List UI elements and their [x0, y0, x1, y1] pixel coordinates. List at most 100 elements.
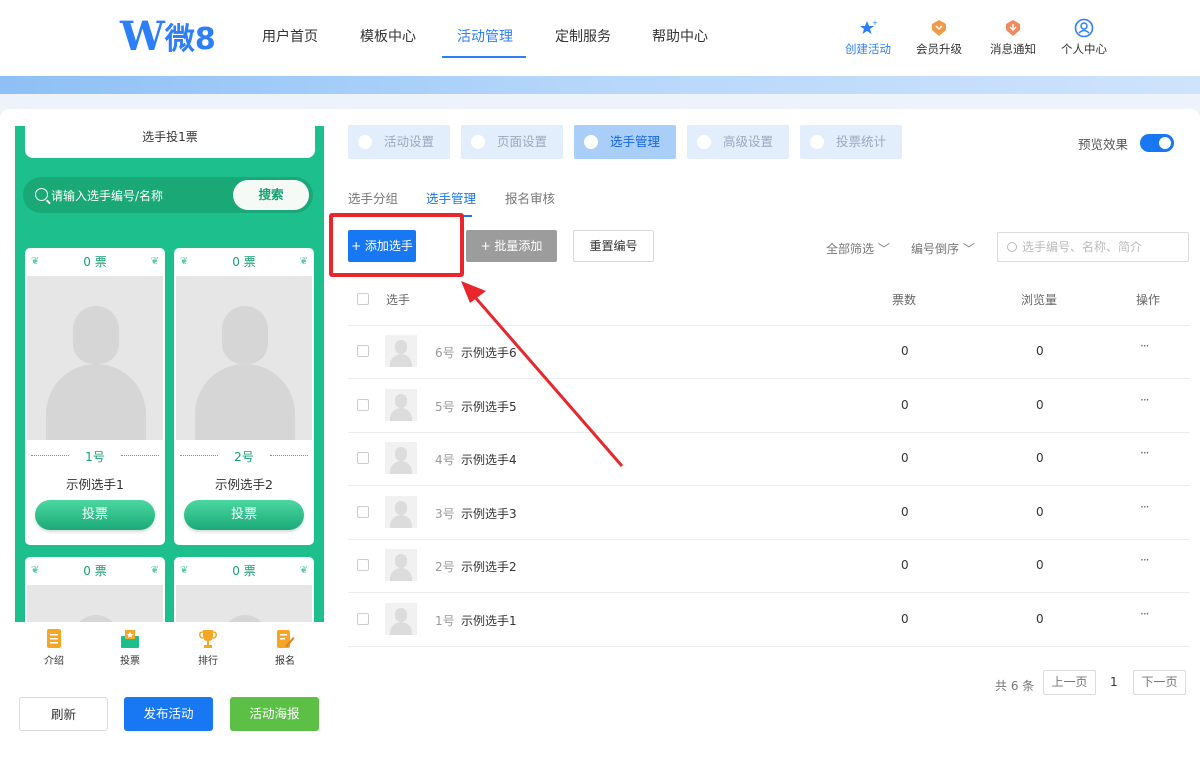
step-advanced-settings[interactable]: 高级设置	[687, 125, 789, 159]
player-card-votes-row: ❦ 0 票 ❦	[25, 557, 165, 585]
document-icon	[47, 629, 61, 648]
player-card-name: 示例选手2	[215, 477, 273, 492]
heart-icon	[358, 135, 372, 149]
step-player-management[interactable]: 选手管理	[574, 125, 676, 159]
tab-signup[interactable]: 报名	[260, 628, 310, 667]
subtab-player-groups[interactable]: 选手分组	[348, 188, 398, 207]
row-checkbox[interactable]	[357, 559, 369, 571]
create-activity-button[interactable]: + 创建活动	[838, 18, 898, 57]
annotation-highlight-box	[329, 213, 464, 277]
player-views: 0	[1036, 558, 1044, 572]
player-photo-placeholder	[176, 276, 312, 440]
member-upgrade-button[interactable]: 会员升级	[909, 18, 969, 57]
leaf-icon: ❦	[299, 256, 308, 267]
more-actions-icon[interactable]: ···	[1140, 393, 1150, 407]
player-number: 3号	[435, 506, 455, 521]
step-label: 活动设置	[384, 134, 435, 149]
trophy-icon	[199, 630, 217, 648]
select-all-checkbox[interactable]	[357, 293, 369, 305]
diamond-badge-icon	[932, 20, 946, 36]
preview-search-placeholder: 请输入选手编号/名称	[51, 189, 164, 203]
row-checkbox[interactable]	[357, 345, 369, 357]
header-gradient-band	[0, 76, 1200, 94]
logo-mark: W	[120, 12, 165, 60]
more-actions-icon[interactable]: ···	[1140, 500, 1150, 514]
message-notification-button[interactable]: 消息通知	[983, 18, 1043, 57]
player-card[interactable]: ❦ 0 票 ❦ 1号 示例选手1 投票	[25, 248, 165, 545]
row-checkbox[interactable]	[357, 452, 369, 464]
player-photo-placeholder	[27, 276, 163, 440]
row-checkbox[interactable]	[357, 612, 369, 625]
batch-add-button[interactable]: + 批量添加	[466, 230, 557, 262]
leaf-icon: ❦	[180, 565, 189, 576]
row-checkbox[interactable]	[357, 398, 369, 411]
player-avatar	[385, 549, 417, 581]
player-name: 示例选手2	[461, 560, 517, 574]
sort-order-dropdown[interactable]: 编号倒序 ﹀	[911, 240, 975, 257]
subtab-signup-review[interactable]: 报名审核	[505, 188, 555, 207]
step-vote-statistics[interactable]: 投票统计	[800, 125, 902, 159]
leaf-icon: ❦	[180, 256, 189, 267]
step-page-settings[interactable]: 页面设置	[461, 125, 563, 159]
preview-search-bar[interactable]: 请输入选手编号/名称 搜索	[23, 177, 313, 213]
personal-center-label: 个人中心	[1061, 42, 1107, 56]
bell-badge-icon	[1006, 20, 1020, 36]
player-name: 示例选手6	[461, 346, 517, 360]
message-notification-label: 消息通知	[990, 42, 1036, 56]
filter-all-dropdown[interactable]: 全部筛选 ﹀	[826, 240, 890, 257]
logo[interactable]: W 微8	[120, 12, 216, 60]
refresh-button[interactable]: 刷新	[19, 697, 108, 731]
player-card-votes: 0 票	[83, 255, 107, 269]
table-row: 4号 示例选手4 0 0 ···	[348, 432, 1190, 485]
player-card-votes-row: ❦ 0 票 ❦	[25, 248, 165, 276]
tab-vote-label: 投票	[120, 656, 140, 667]
player-card[interactable]: ❦ 0 票 ❦	[174, 557, 314, 622]
preview-search-button[interactable]: 搜索	[233, 180, 309, 210]
player-number: 1号	[435, 613, 455, 628]
player-card-votes: 0 票	[83, 564, 107, 578]
player-card[interactable]: ❦ 0 票 ❦ 2号 示例选手2 投票	[174, 248, 314, 545]
player-number: 4号	[435, 453, 455, 467]
publish-activity-button[interactable]: 发布活动	[124, 697, 213, 731]
reset-number-button[interactable]: 重置编号	[573, 230, 654, 262]
player-search-input[interactable]	[1022, 237, 1184, 257]
nav-user-home[interactable]: 用户首页	[262, 26, 318, 46]
column-header-views[interactable]: 浏览量	[1021, 291, 1057, 308]
player-photo-placeholder	[176, 585, 312, 622]
edit-form-icon	[277, 630, 295, 648]
nav-custom-service[interactable]: 定制服务	[555, 26, 611, 46]
player-search-field[interactable]	[997, 232, 1189, 262]
user-icon	[584, 135, 598, 149]
subtab-player-management[interactable]: 选手管理	[426, 188, 476, 207]
column-header-votes[interactable]: 票数	[892, 291, 916, 308]
player-name: 示例选手3	[461, 506, 517, 521]
player-card-votes-row: ❦ 0 票 ❦	[174, 248, 314, 276]
nav-help-center[interactable]: 帮助中心	[652, 26, 708, 46]
step-activity-settings[interactable]: 活动设置	[348, 125, 450, 159]
tab-vote[interactable]: 投票	[105, 628, 155, 667]
player-votes: 0	[901, 451, 909, 465]
personal-center-button[interactable]: 个人中心	[1054, 18, 1114, 57]
tab-ranking[interactable]: 排行	[183, 628, 233, 667]
vote-button[interactable]: 投票	[35, 500, 155, 530]
prev-page-button[interactable]: 上一页	[1043, 670, 1096, 695]
player-card[interactable]: ❦ 0 票 ❦	[25, 557, 165, 622]
next-page-button[interactable]: 下一页	[1133, 670, 1186, 695]
tab-intro[interactable]: 介绍	[29, 628, 79, 667]
preview-toggle[interactable]	[1140, 134, 1174, 152]
more-actions-icon[interactable]: ···	[1140, 607, 1150, 621]
nav-template-center[interactable]: 模板中心	[360, 26, 416, 46]
vote-rule-title: 选手投1票	[25, 126, 315, 158]
preview-bottom-tabs: 介绍 投票 排行 报名	[15, 622, 324, 670]
nav-activity-management[interactable]: 活动管理	[457, 26, 513, 46]
table-row: 2号 示例选手2 0 0 ···	[348, 539, 1190, 592]
vote-button[interactable]: 投票	[184, 500, 304, 530]
row-checkbox[interactable]	[357, 505, 369, 518]
more-actions-icon[interactable]: ···	[1140, 446, 1150, 460]
activity-poster-button[interactable]: 活动海报	[230, 697, 319, 731]
more-actions-icon[interactable]: ···	[1140, 339, 1150, 353]
table-row: 1号 示例选手1 0 0 ···	[348, 593, 1190, 646]
more-actions-icon[interactable]: ···	[1140, 553, 1150, 567]
current-page[interactable]: 1	[1110, 675, 1118, 689]
step-label: 投票统计	[836, 134, 887, 149]
